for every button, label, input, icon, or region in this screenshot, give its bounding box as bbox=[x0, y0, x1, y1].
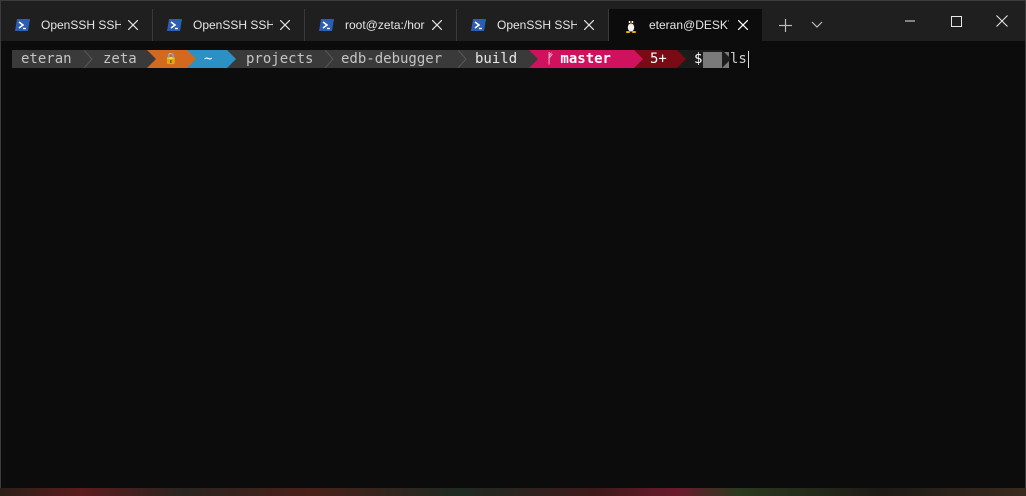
tab-close-button[interactable] bbox=[428, 16, 446, 34]
prompt-user: eteran bbox=[21, 51, 72, 67]
prompt-dir: projects bbox=[246, 51, 314, 67]
powershell-icon bbox=[471, 19, 486, 31]
prompt-dir-current: build bbox=[475, 51, 518, 67]
lock-icon: 🔒 bbox=[164, 52, 178, 65]
close-icon bbox=[432, 20, 442, 30]
title-bar[interactable]: OpenSSH SSH c OpenSSH SSH c root@zeta: bbox=[1, 1, 1025, 41]
new-tab-button[interactable] bbox=[769, 9, 801, 41]
git-branch-name: master bbox=[560, 51, 611, 67]
minimize-icon bbox=[905, 20, 915, 22]
separator-thin-icon bbox=[84, 50, 93, 68]
prompt-dir-segment: edb-debugger bbox=[325, 50, 467, 68]
tab-4[interactable]: OpenSSH SSH c bbox=[457, 9, 609, 41]
close-icon bbox=[280, 20, 290, 30]
prompt-host: zeta bbox=[103, 51, 137, 67]
tab-close-button[interactable] bbox=[124, 16, 142, 34]
plus-icon bbox=[778, 18, 792, 32]
tab-3[interactable]: root@zeta:/hor bbox=[305, 9, 457, 41]
separator-arrow-icon bbox=[722, 50, 731, 68]
powershell-icon bbox=[15, 19, 30, 31]
powershell-icon bbox=[167, 19, 182, 31]
tab-label: OpenSSH SSH c bbox=[497, 18, 577, 32]
separator-thin-icon bbox=[325, 50, 334, 68]
tab-2[interactable]: OpenSSH SSH c bbox=[153, 9, 305, 41]
prompt-user-segment: eteran bbox=[12, 50, 93, 68]
close-icon bbox=[128, 20, 138, 30]
separator-arrow-icon bbox=[147, 50, 156, 68]
terminal-window: OpenSSH SSH c OpenSSH SSH c root@zeta: bbox=[0, 0, 1026, 496]
close-icon bbox=[738, 20, 748, 30]
prompt-git-segment: ᚠ master bbox=[529, 50, 643, 68]
close-icon bbox=[996, 15, 1008, 27]
command-text: ls bbox=[730, 51, 747, 67]
git-status: 5+ bbox=[650, 51, 667, 67]
tab-1[interactable]: OpenSSH SSH c bbox=[1, 9, 153, 41]
close-window-button[interactable] bbox=[979, 1, 1025, 41]
separator-arrow-icon bbox=[529, 50, 538, 68]
separator-arrow-icon bbox=[227, 50, 236, 68]
separator-arrow-icon bbox=[634, 50, 643, 68]
tab-label: OpenSSH SSH c bbox=[193, 18, 273, 32]
tab-5-active[interactable]: eteran@DESKTO bbox=[609, 9, 762, 41]
prompt-dir: edb-debugger bbox=[341, 51, 443, 67]
prompt-dir-segment: projects bbox=[227, 50, 334, 68]
maximize-icon bbox=[950, 15, 962, 27]
prompt-dir-current-segment: build bbox=[458, 50, 538, 68]
tab-label: root@zeta:/hor bbox=[345, 18, 425, 32]
tab-label: OpenSSH SSH c bbox=[41, 18, 121, 32]
prompt-host-segment: zeta bbox=[84, 50, 156, 68]
tab-close-button[interactable] bbox=[734, 16, 752, 34]
powershell-icon bbox=[319, 19, 334, 31]
terminal-content[interactable]: eteran zeta 🔒 ~ projects edb-debugger bu… bbox=[1, 41, 1025, 495]
desktop-wallpaper-strip bbox=[0, 488, 1026, 496]
prompt-home: ~ bbox=[204, 51, 213, 67]
minimize-button[interactable] bbox=[887, 1, 933, 41]
prompt-symbol: $ bbox=[694, 51, 703, 67]
close-icon bbox=[584, 20, 594, 30]
chevron-down-icon bbox=[811, 21, 823, 28]
separator-thin-icon bbox=[458, 50, 467, 68]
tab-label: eteran@DESKTO bbox=[649, 18, 729, 32]
tab-close-button[interactable] bbox=[276, 16, 294, 34]
profile-dropdown-button[interactable] bbox=[801, 9, 833, 41]
git-branch-icon: ᚠ bbox=[546, 51, 555, 67]
tab-close-button[interactable] bbox=[580, 16, 598, 34]
shell-prompt: eteran zeta 🔒 ~ projects edb-debugger bu… bbox=[12, 50, 731, 68]
separator-arrow-icon bbox=[677, 50, 686, 68]
separator-arrow-icon bbox=[187, 50, 196, 68]
maximize-button[interactable] bbox=[933, 1, 979, 41]
text-caret bbox=[748, 51, 749, 68]
linux-tux-icon bbox=[625, 20, 637, 33]
